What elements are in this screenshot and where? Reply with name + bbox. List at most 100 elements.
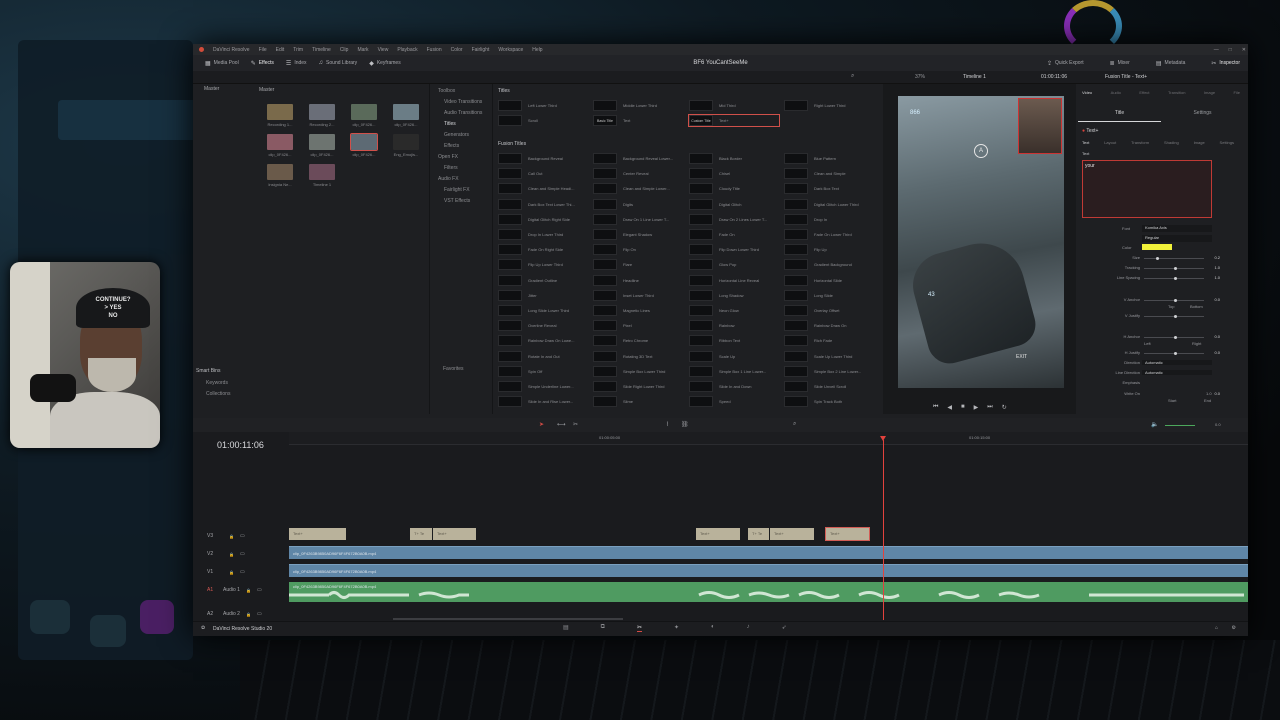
text-tool-tab[interactable]: Image (1194, 140, 1205, 145)
effects-category[interactable]: Fairlight FX (444, 187, 470, 193)
track-visibility-icon[interactable]: ▭ (240, 533, 245, 539)
smart-bin-keywords[interactable]: Keywords (206, 380, 228, 386)
title-template[interactable]: Rainbow Draw On (784, 320, 874, 332)
title-template[interactable]: Custom Title Text+ (688, 114, 780, 127)
title-template[interactable]: Simple Box 1 Line Lower... (689, 365, 779, 377)
title-template[interactable]: Jitter (498, 289, 588, 301)
fairlight-page-icon[interactable]: ♪ (747, 624, 750, 632)
title-template[interactable]: Rotating 3D Text (593, 350, 683, 362)
title-template[interactable]: Rainbow Draw On Lowe... (498, 335, 588, 347)
favorites-label[interactable]: Favorites (443, 366, 464, 372)
title-template[interactable]: Draw On 2 Lines Lower T... (689, 213, 779, 225)
track-visibility-icon[interactable]: ▭ (240, 551, 245, 557)
font-dropdown[interactable]: Komika Axis (1142, 225, 1212, 232)
home-icon[interactable]: ⌂ (1215, 625, 1218, 631)
title-template[interactable]: Fade On (689, 229, 779, 240)
title-template[interactable]: Digits (593, 198, 683, 210)
maximize-icon[interactable]: □ (1229, 47, 1232, 53)
title-clip[interactable]: Text+ (770, 528, 814, 540)
title-clip[interactable]: T+ Te (410, 528, 432, 540)
title-template[interactable]: Spin Off (498, 365, 588, 377)
media-clip-thumbnail[interactable] (309, 134, 335, 150)
volume-icon[interactable]: 🔈 (1151, 421, 1158, 428)
title-template[interactable]: Overline Reveal (498, 320, 588, 332)
stop-icon[interactable]: ■ (961, 404, 965, 411)
loop-icon[interactable]: ↻ (1002, 404, 1007, 411)
menu-item[interactable]: Trim (293, 47, 303, 53)
title-template[interactable]: Left Lower Third (498, 100, 588, 111)
title-template[interactable]: Clean and Simple Lower... (593, 183, 683, 195)
param-value[interactable]: 0.0 (1206, 334, 1220, 339)
lock-icon[interactable]: 🔒 (229, 534, 234, 539)
menu-item[interactable]: Color (451, 47, 463, 53)
title-template[interactable]: Chisel (689, 168, 779, 180)
v2-video-clip[interactable]: clip_0F4263B9850AD96F6F4F672B0A0B.mp4 (289, 546, 1248, 559)
title-template[interactable]: Slide Right Lower Third (593, 381, 683, 392)
media-clip-thumbnail[interactable] (309, 164, 335, 180)
title-template[interactable]: Speed (689, 396, 779, 408)
slider-knob[interactable] (1174, 352, 1177, 355)
media-pool-button[interactable]: ▦ Media Pool (205, 60, 239, 67)
text-tool-tab[interactable]: Text (1082, 140, 1089, 145)
settings-icon[interactable]: ⚙ (1232, 625, 1236, 631)
title-template[interactable]: Background Reveal Lower... (593, 153, 683, 164)
slider-knob[interactable] (1174, 277, 1177, 280)
param-value[interactable]: 1.0 (1206, 265, 1220, 270)
snapping-icon[interactable]: ⌇ (666, 421, 669, 428)
inspector-tab[interactable]: Image (1204, 90, 1215, 95)
skip-end-icon[interactable]: ⏭ (987, 404, 992, 411)
zoom-level[interactable]: 37% (915, 74, 925, 80)
color-swatch[interactable] (1142, 244, 1172, 250)
menu-item[interactable]: Workspace (498, 47, 523, 53)
minimize-icon[interactable]: — (1214, 47, 1219, 53)
playhead[interactable] (880, 436, 886, 620)
param-value[interactable]: 0.0 (1206, 350, 1220, 355)
title-template[interactable]: Rotate In and Out (498, 350, 588, 362)
effects-category[interactable]: VST Effects (444, 198, 470, 204)
smart-bin-collections[interactable]: Collections (206, 391, 230, 397)
inspector-tab[interactable]: Transition (1168, 90, 1185, 95)
media-clip-thumbnail[interactable] (309, 104, 335, 120)
sound-library-button[interactable]: ♫ Sound Library (319, 60, 358, 66)
title-template[interactable]: Clean and Simple Headi... (498, 183, 588, 195)
metadata-button[interactable]: ▤ Metadata (1156, 60, 1186, 67)
inspector-button[interactable]: ✂ Inspector (1211, 60, 1240, 67)
slider-knob[interactable] (1174, 336, 1177, 339)
timeline-ruler[interactable]: 01:00:05:00 01:00:15:00 (289, 432, 1248, 445)
title-template[interactable]: Basic Title Text (593, 115, 683, 126)
title-template[interactable]: Dark Box Text Lower Thi... (498, 198, 588, 210)
selection-tool-icon[interactable]: ➤ (539, 421, 544, 428)
param-value[interactable]: 0.2 (1206, 255, 1220, 260)
cut-page-icon[interactable]: ⧉ (601, 624, 605, 632)
title-template[interactable]: Long Slide Lower Third (498, 305, 588, 316)
blade-tool-icon[interactable]: ✂ (573, 421, 578, 428)
title-clip[interactable]: T+ Te (748, 528, 769, 540)
effects-category[interactable]: Titles (444, 121, 456, 127)
title-template[interactable]: Digital Glitch (689, 198, 779, 210)
track-visibility-icon[interactable]: ▭ (257, 587, 262, 593)
track-header[interactable]: V3 🔒 ▭ (193, 528, 289, 544)
title-template[interactable]: Flip On (593, 244, 683, 256)
search-icon[interactable]: ⌕ (851, 73, 854, 80)
lock-icon[interactable]: 🔒 (229, 570, 234, 575)
color-page-icon[interactable]: ◐ (711, 624, 715, 632)
effects-button[interactable]: ✎ Effects (251, 60, 274, 67)
quick-export-button[interactable]: ⇪ Quick Export (1047, 60, 1084, 67)
title-template[interactable]: Gradient Outline (498, 274, 588, 286)
title-template[interactable]: Drop In Lower Third (498, 229, 588, 240)
title-template[interactable]: Slide In and Down (689, 381, 779, 392)
title-template[interactable]: Retro Chrome (593, 335, 683, 347)
timeline-scrollbar[interactable] (393, 618, 623, 620)
effects-category[interactable]: Toolbox (438, 88, 455, 94)
param-dropdown[interactable]: Automatic (1142, 360, 1212, 365)
title-template[interactable]: Draw On 1 Line Lower T... (593, 213, 683, 225)
lock-icon[interactable]: 🔒 (229, 552, 234, 557)
track-header[interactable]: V1 🔒 ▭ (193, 564, 289, 580)
track-header[interactable]: A2 Audio 2 🔒 ▭ (193, 606, 289, 622)
title-template[interactable]: Slide Unveil Scroll (784, 381, 874, 392)
title-template[interactable]: Simple Box Lower Third (593, 365, 683, 377)
a1-audio-clip[interactable]: clip_0F4263B9850AD96F6F4F672B0A0B.mp4 (289, 582, 1248, 602)
title-template[interactable]: Magnetic Lines (593, 305, 683, 316)
text-tool-tab[interactable]: Settings (1220, 140, 1234, 145)
track-header[interactable]: V2 🔒 ▭ (193, 546, 289, 562)
